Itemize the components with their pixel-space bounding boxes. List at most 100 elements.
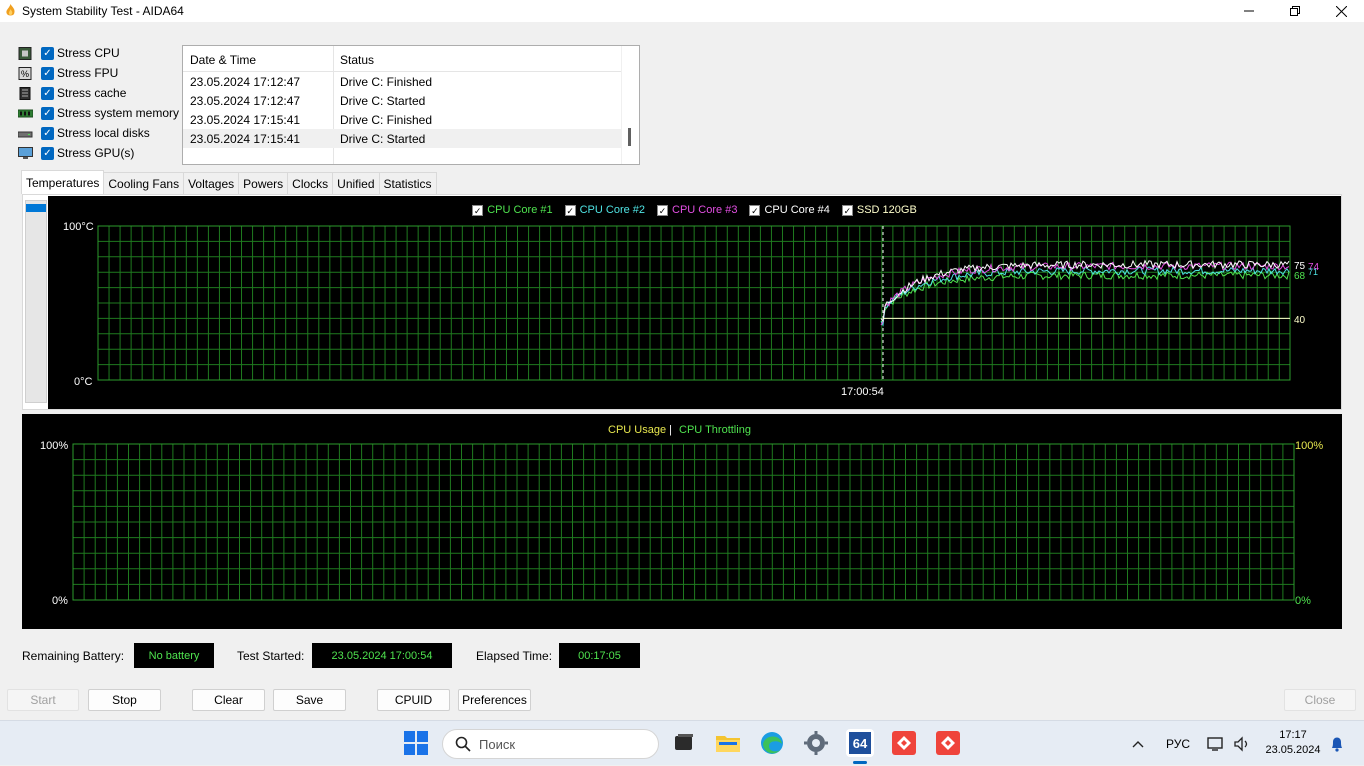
file-explorer-button[interactable] <box>714 729 742 757</box>
log-scrollbar[interactable] <box>621 46 639 164</box>
temperature-plot: 100°C 0°C 17:00:54 75 74 71 68 40 <box>63 221 1320 398</box>
system-tray-icons[interactable] <box>1207 721 1251 766</box>
clock[interactable]: 17:17 23.05.2024 <box>1262 728 1324 758</box>
stress-memory-option[interactable]: ✓ Stress system memory <box>18 104 188 122</box>
aida64-taskbar-button[interactable]: 64 <box>846 729 874 757</box>
graph-scroll-indicator[interactable] <box>26 204 46 212</box>
close-button[interactable]: Close <box>1284 689 1356 711</box>
log-column-status[interactable]: Status <box>340 53 374 67</box>
log-datetime: 23.05.2024 17:12:47 <box>190 94 301 108</box>
bell-icon <box>1332 737 1342 752</box>
log-scrollbar-thumb[interactable] <box>628 128 631 146</box>
task-view-button[interactable] <box>670 729 698 757</box>
save-button[interactable]: Save <box>273 689 346 711</box>
cpuid-button[interactable]: CPUID <box>377 689 450 711</box>
aida64-icon-label: 64 <box>852 735 868 751</box>
value-label-core2: 71 <box>1308 267 1318 277</box>
clock-date: 23.05.2024 <box>1265 744 1321 756</box>
battery-value: No battery <box>134 643 214 668</box>
maximize-button[interactable] <box>1272 0 1318 22</box>
stability-test-window: System Stability Test - AIDA64 ✓ Stress … <box>0 0 1364 720</box>
preferences-button[interactable]: Preferences <box>458 689 531 711</box>
cpu-usage-graph: CPU Usage | CPU Throttling 100% 0% 100% … <box>22 414 1342 629</box>
stress-gpu-option[interactable]: ✓ Stress GPU(s) <box>18 144 188 162</box>
task-view-icon <box>675 734 693 750</box>
minimize-button[interactable] <box>1226 0 1272 22</box>
monitor-icon <box>18 146 33 159</box>
stress-cache-checkbox[interactable]: ✓ <box>41 86 54 100</box>
edge-icon <box>761 732 783 754</box>
tab-unified[interactable]: Unified <box>332 172 380 194</box>
stress-cpu-option[interactable]: ✓ Stress CPU <box>18 44 188 62</box>
show-hidden-icons-button[interactable] <box>1132 721 1144 766</box>
close-window-button[interactable] <box>1318 0 1364 22</box>
stress-gpu-checkbox[interactable]: ✓ <box>41 146 54 160</box>
close-icon <box>1335 5 1347 17</box>
stress-disks-label: Stress local disks <box>57 126 150 140</box>
tab-statistics[interactable]: Statistics <box>378 172 437 194</box>
stress-cache-label: Stress cache <box>57 86 127 100</box>
tab-temperatures[interactable]: Temperatures <box>21 170 105 194</box>
test-started-label: Test Started: <box>237 649 305 663</box>
stress-cpu-checkbox[interactable]: ✓ <box>41 46 54 60</box>
tab-clocks[interactable]: Clocks <box>287 172 334 194</box>
edge-browser-button[interactable] <box>758 729 786 757</box>
y-max-label: 100°C <box>63 221 94 233</box>
elapsed-time-label: Elapsed Time: <box>476 649 553 663</box>
log-row[interactable]: 23.05.2024 17:15:41 Drive C: Finished <box>183 110 621 129</box>
taskbar-search-box[interactable]: Поиск <box>442 729 659 759</box>
throttling-max-label: 100% <box>1295 440 1323 452</box>
tab-cooling-fans[interactable]: Cooling Fans <box>103 172 185 194</box>
clock-time: 17:17 <box>1279 729 1307 741</box>
stop-button[interactable]: Stop <box>88 689 161 711</box>
network-icon <box>1207 736 1223 751</box>
volume-icon <box>1234 735 1248 752</box>
windows-taskbar: Поиск 64 РУС 17:17 23.05.2024 <box>0 720 1364 765</box>
stress-disks-option[interactable]: ✓ Stress local disks <box>18 124 188 142</box>
log-status: Drive C: Finished <box>340 75 433 89</box>
graph-tabs: Temperatures Cooling Fans Voltages Power… <box>21 170 437 194</box>
cpu-chip-icon <box>18 46 32 60</box>
event-log-list[interactable]: Date & Time Status 23.05.2024 17:12:47 D… <box>182 45 640 165</box>
throttling-min-label: 0% <box>1295 595 1311 607</box>
log-datetime: 23.05.2024 17:12:47 <box>190 75 301 89</box>
start-menu-button[interactable] <box>402 729 430 757</box>
settings-button[interactable] <box>802 729 830 757</box>
chevron-up-icon <box>1132 740 1144 747</box>
restore-icon <box>1290 6 1300 16</box>
anydesk-button-1[interactable] <box>890 729 918 757</box>
language-indicator[interactable]: РУС <box>1166 721 1190 766</box>
log-datetime: 23.05.2024 17:15:41 <box>190 113 301 127</box>
stress-fpu-checkbox[interactable]: ✓ <box>41 66 54 80</box>
cache-icon <box>19 86 31 100</box>
log-column-datetime[interactable]: Date & Time <box>190 53 256 67</box>
remote-desktop-icon <box>936 731 960 755</box>
stress-cpu-label: Stress CPU <box>57 46 120 60</box>
button-row: Start Stop Clear Save CPUID Preferences … <box>0 689 1364 712</box>
log-row[interactable]: 23.05.2024 17:12:47 Drive C: Started <box>183 91 621 110</box>
battery-label: Remaining Battery: <box>22 649 125 663</box>
log-header: Date & Time Status <box>183 46 621 72</box>
cpu-usage-title: CPU Usage <box>608 424 666 436</box>
stress-cache-option[interactable]: ✓ Stress cache <box>18 84 188 102</box>
stress-disks-checkbox[interactable]: ✓ <box>41 126 54 140</box>
stress-memory-checkbox[interactable]: ✓ <box>41 106 54 120</box>
window-title: System Stability Test - AIDA64 <box>22 4 184 18</box>
clear-button[interactable]: Clear <box>192 689 265 711</box>
temperature-graph: ✓ CPU Core #1 ✓ CPU Core #2 ✓ CPU Core #3 ✓… <box>48 196 1341 409</box>
notifications-button[interactable] <box>1330 721 1344 766</box>
search-icon <box>455 736 471 752</box>
anydesk-button-2[interactable] <box>934 729 962 757</box>
memory-module-icon <box>18 109 33 117</box>
start-button[interactable]: Start <box>7 689 79 711</box>
log-row[interactable]: 23.05.2024 17:12:47 Drive C: Finished <box>183 72 621 91</box>
tab-voltages[interactable]: Voltages <box>183 172 240 194</box>
log-row[interactable]: 23.05.2024 17:15:41 Drive C: Started <box>183 129 621 148</box>
graph-scroll-bar[interactable] <box>25 200 47 403</box>
disk-icon <box>18 131 33 137</box>
cpu-usage-plot: CPU Usage | CPU Throttling 100% 0% 100% … <box>40 424 1323 607</box>
value-label-ssd: 40 <box>1294 315 1306 326</box>
tab-powers[interactable]: Powers <box>238 172 289 194</box>
log-status: Drive C: Finished <box>340 113 433 127</box>
stress-fpu-option[interactable]: % ✓ Stress FPU <box>18 64 188 82</box>
